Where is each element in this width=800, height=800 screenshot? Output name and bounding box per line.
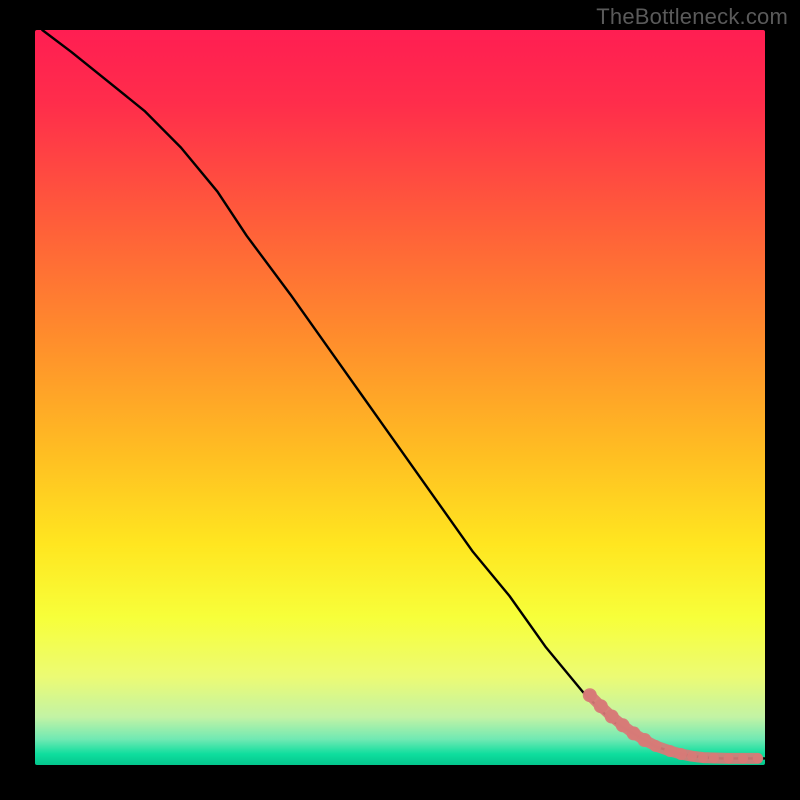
data-overlay [35,30,765,765]
scatter-points [583,688,763,763]
curve-line [42,30,765,758]
plot-frame [35,30,765,765]
plot-area [35,30,765,765]
chart-stage: TheBottleneck.com [0,0,800,800]
watermark-text: TheBottleneck.com [596,4,788,30]
